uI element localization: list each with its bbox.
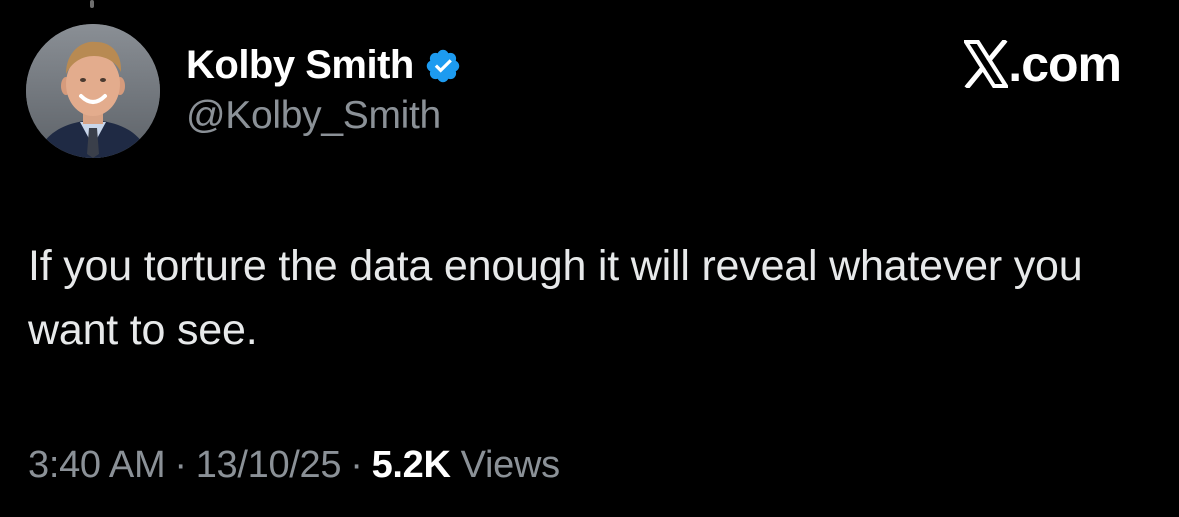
source-logo: .com (962, 34, 1122, 94)
tweet-meta: 3:40 AM · 13/10/25 · 5.2K Views (28, 444, 560, 487)
views-label: Views (460, 444, 560, 486)
avatar[interactable] (26, 24, 160, 158)
avatar-photo (26, 24, 160, 158)
tweet-date[interactable]: 13/10/25 (196, 444, 342, 487)
tweet-time[interactable]: 3:40 AM (28, 444, 166, 487)
author-handle[interactable]: @Kolby_Smith (186, 94, 441, 138)
source-domain: .com (1008, 36, 1122, 92)
tweet-text: If you torture the data enough it will r… (28, 242, 1083, 354)
view-count[interactable]: 5.2K (372, 444, 451, 487)
author-name[interactable]: Kolby Smith (186, 43, 414, 88)
x-logo-icon (962, 38, 1010, 90)
tweet-card: Kolby Smith @Kolby_Smith .com If you tor… (0, 0, 1179, 517)
meta-separator: · (174, 444, 187, 486)
scroll-indicator (90, 0, 94, 8)
verified-check-icon (424, 47, 462, 85)
author-name-row: Kolby Smith (186, 40, 462, 90)
meta-separator: · (350, 444, 363, 486)
